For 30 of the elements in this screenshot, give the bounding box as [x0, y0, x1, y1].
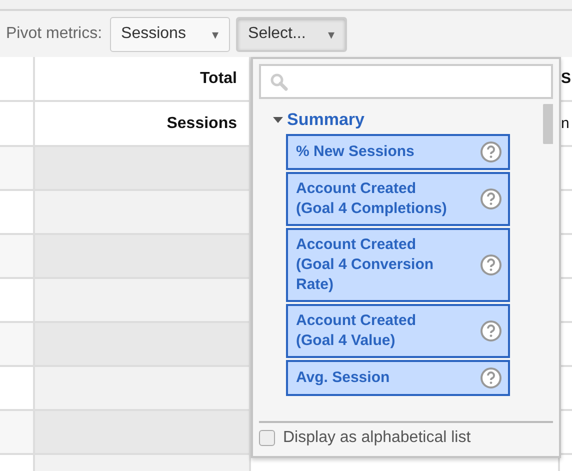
- header-cell: Total: [35, 57, 251, 102]
- help-icon[interactable]: [480, 188, 502, 210]
- checkbox-label: Display as alphabetical list: [283, 429, 471, 447]
- metric-select[interactable]: Select... ▾: [236, 16, 348, 52]
- header-cell: [0, 102, 35, 147]
- search-field[interactable]: [259, 64, 553, 99]
- table-cell: [0, 235, 35, 279]
- tree-group[interactable]: Summary: [259, 110, 364, 130]
- help-icon[interactable]: [480, 141, 502, 163]
- help-icon[interactable]: [480, 320, 502, 342]
- table-cell: [0, 279, 35, 323]
- metric-item[interactable]: Account Created (Goal 4 Completions): [286, 172, 510, 226]
- metric-item[interactable]: % New Sessions: [286, 134, 510, 170]
- help-icon[interactable]: [480, 367, 502, 389]
- metric-item[interactable]: Account Created (Goal 4 Conversion Rate): [286, 228, 510, 302]
- pivot-metrics-label: Pivot metrics:: [6, 25, 102, 43]
- table-cell: [0, 147, 35, 191]
- metric-item[interactable]: Avg. Session: [286, 360, 510, 396]
- header-cell: Sessions: [35, 102, 251, 147]
- table-cell: [0, 411, 35, 455]
- metric-select[interactable]: Sessions ▾: [110, 16, 230, 52]
- scrollbar-thumb[interactable]: [543, 104, 553, 144]
- table-cell: [0, 367, 35, 411]
- table-cell: [0, 323, 35, 367]
- help-icon[interactable]: [480, 254, 502, 276]
- table-cell: [0, 191, 35, 235]
- metric-item[interactable]: Account Created (Goal 4 Value): [286, 304, 510, 358]
- search-icon: [270, 72, 288, 90]
- checkbox[interactable]: [259, 430, 275, 446]
- triangle-icon: [273, 116, 283, 124]
